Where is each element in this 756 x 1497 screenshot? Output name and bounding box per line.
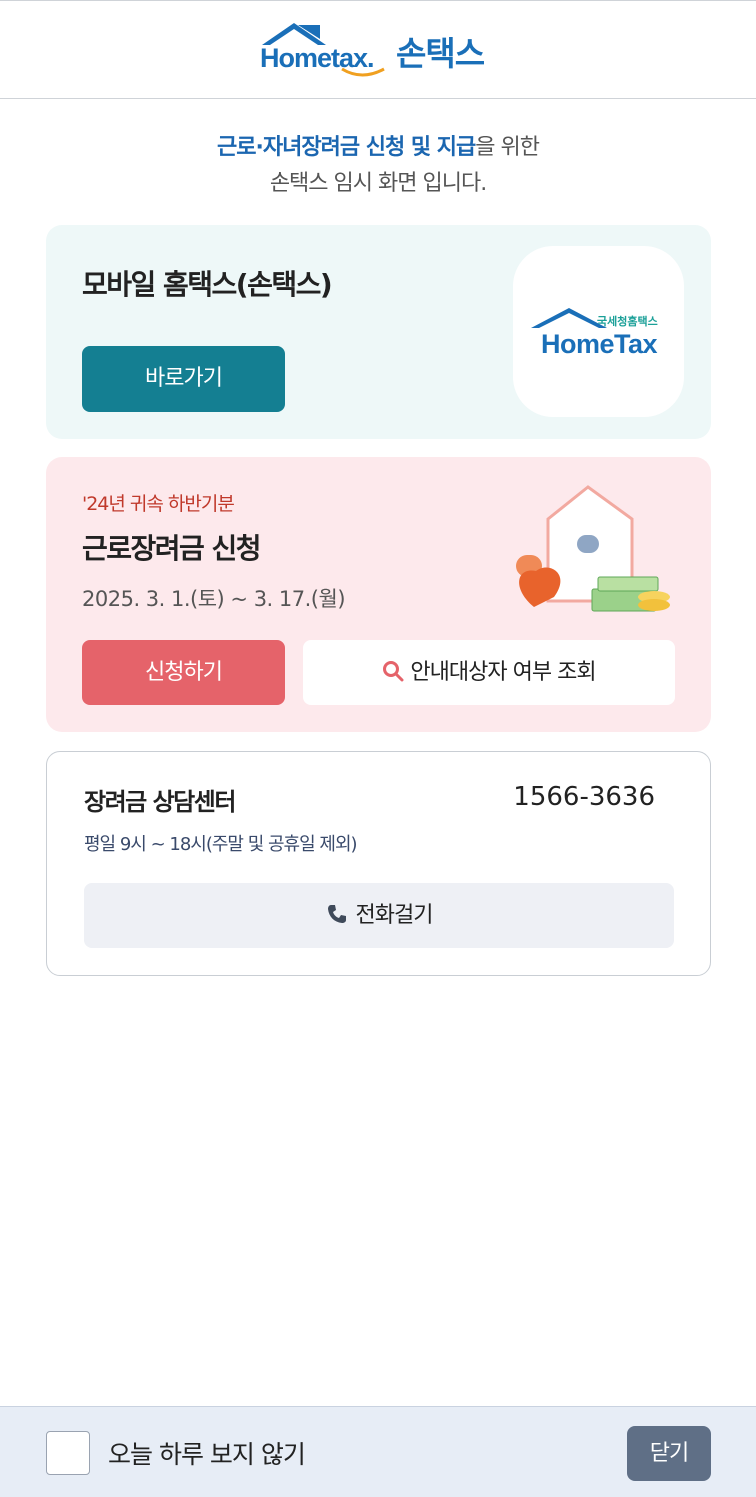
earned-income-apply-card: '24년 귀속 하반기분 근로장려금 신청 2025. 3. 1.(토) ~ 3… <box>46 457 711 732</box>
logo-wordmark: Hometax. <box>260 43 374 73</box>
search-icon <box>383 661 404 682</box>
go-button[interactable]: 바로가기 <box>82 346 285 412</box>
lookup-button-label: 안내대상자 여부 조회 <box>410 660 596 685</box>
intro-text: 근로·자녀장려금 신청 및 지급을 위한 손택스 임시 화면 입니다. <box>0 130 756 202</box>
close-button[interactable]: 닫기 <box>627 1426 711 1481</box>
phone-icon <box>327 905 346 923</box>
counsel-hours: 평일 9시 ~ 18시(주말 및 공휴일 제외) <box>84 834 358 855</box>
intro-line1-rest: 을 위한 <box>475 135 540 160</box>
intro-highlight: 근로·자녀장려금 신청 및 지급 <box>217 135 476 160</box>
counsel-phone-number: 1566-3636 <box>513 782 655 812</box>
header-bar: Hometax. 손택스 <box>0 0 756 99</box>
hometax-app-logo: 국세청홈택스 HomeTax <box>531 308 658 359</box>
apply-card-subtitle: '24년 귀속 하반기분 <box>82 493 235 515</box>
apply-card-title: 근로장려금 신청 <box>82 532 262 565</box>
call-button-label: 전화걸기 <box>355 903 434 928</box>
apply-button[interactable]: 신청하기 <box>82 640 285 705</box>
app-logo-small-text: 국세청홈택스 <box>597 314 658 328</box>
mobile-hometax-card: 모바일 홈택스(손택스) 바로가기 국세청홈택스 HomeTax <box>46 225 711 439</box>
intro-line-2: 손택스 임시 화면 입니다. <box>269 171 487 196</box>
mobile-card-title: 모바일 홈택스(손택스) <box>82 268 333 301</box>
call-button[interactable]: 전화걸기 <box>84 883 674 948</box>
eligibility-lookup-button[interactable]: 안내대상자 여부 조회 <box>303 640 675 705</box>
counsel-center-title: 장려금 상담센터 <box>84 788 236 816</box>
dont-show-today-label[interactable]: 오늘 하루 보지 않기 <box>108 1435 306 1471</box>
app-logo-main-text: HomeTax <box>541 329 658 359</box>
counsel-center-card: 장려금 상담센터 1566-3636 평일 9시 ~ 18시(주말 및 공휴일 … <box>46 751 711 976</box>
footer-bar: 오늘 하루 보지 않기 닫기 <box>0 1406 756 1497</box>
intro-line-1: 근로·자녀장려금 신청 및 지급을 위한 <box>0 130 756 166</box>
logo-son-text: 손택스 <box>396 34 485 73</box>
dont-show-today-checkbox[interactable] <box>46 1431 90 1475</box>
house-hearts-money-illustration <box>516 485 670 612</box>
hometax-app-icon: 국세청홈택스 HomeTax <box>513 246 684 417</box>
apply-period: 2025. 3. 1.(토) ~ 3. 17.(월) <box>82 587 346 611</box>
